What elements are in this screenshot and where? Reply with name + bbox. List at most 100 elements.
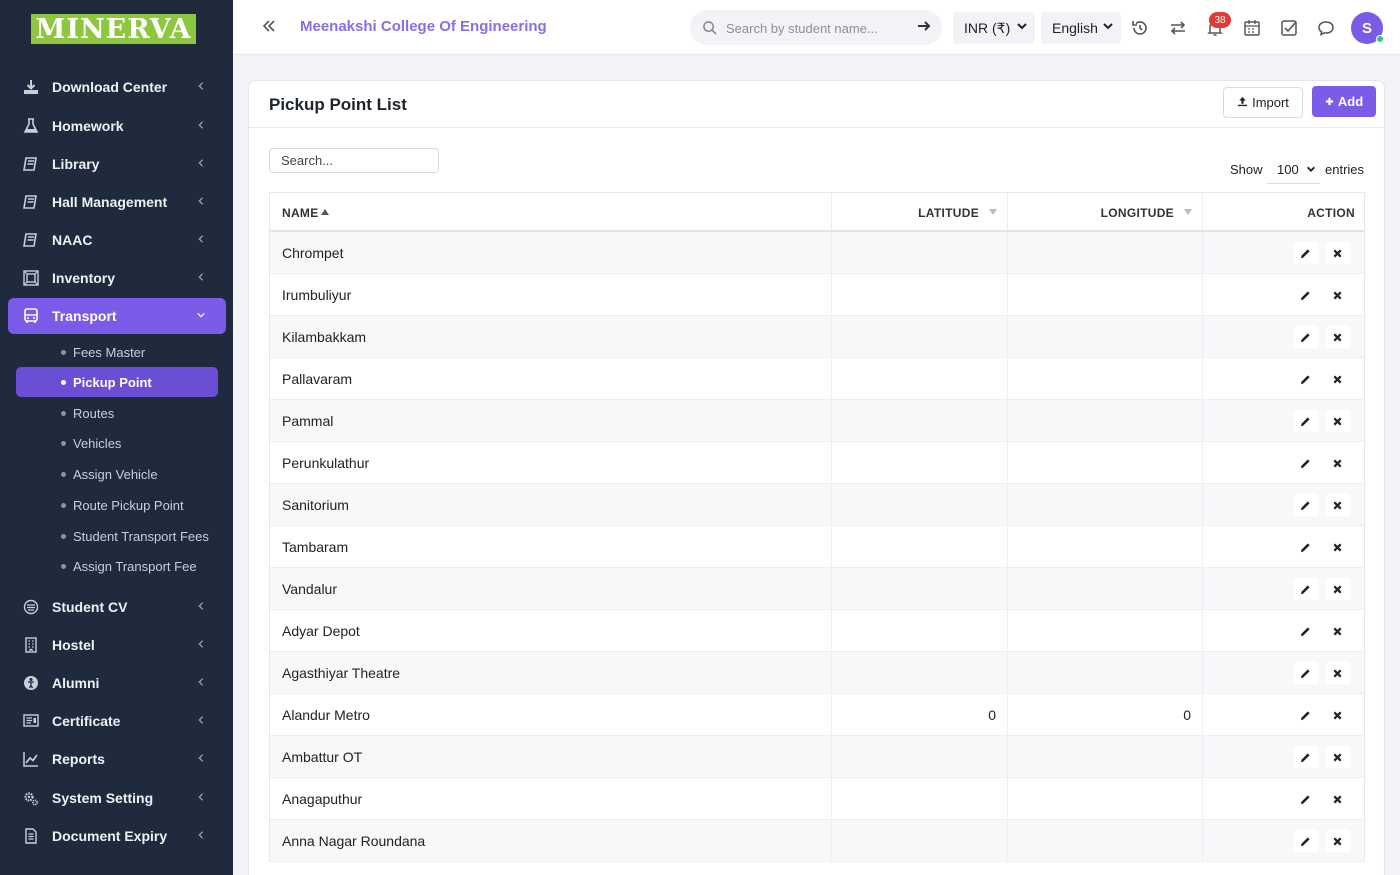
delete-icon[interactable] — [1325, 494, 1350, 516]
edit-icon[interactable] — [1293, 452, 1318, 474]
sidebar-item-reports[interactable]: Reports — [8, 741, 226, 777]
column-header-name[interactable]: NAME — [270, 193, 831, 232]
calendar-icon[interactable] — [1242, 18, 1262, 38]
table-search-input[interactable] — [269, 148, 439, 173]
edit-icon[interactable] — [1293, 662, 1318, 684]
edit-icon[interactable] — [1293, 494, 1318, 516]
sidebar-item-download-center[interactable]: Download Center — [8, 69, 226, 105]
table-header: NAME LATITUDE LONGITUDE ACTION — [270, 193, 1364, 232]
edit-icon[interactable] — [1293, 284, 1318, 306]
sidebar-item-hall-management[interactable]: Hall Management — [8, 184, 226, 220]
delete-icon[interactable] — [1325, 368, 1350, 390]
add-label: Add — [1337, 94, 1364, 109]
edit-icon[interactable] — [1293, 788, 1318, 810]
add-button[interactable]: Add — [1312, 86, 1376, 117]
cell-longitude — [1008, 484, 1202, 526]
collapse-sidebar-icon[interactable] — [261, 18, 277, 36]
sidebar-subitem-label: Vehicles — [73, 435, 122, 451]
delete-icon[interactable] — [1325, 536, 1350, 558]
delete-icon[interactable] — [1325, 662, 1350, 684]
sidebar-item-certificate[interactable]: Certificate — [8, 703, 226, 739]
entries-select[interactable]: 100 — [1267, 154, 1320, 184]
chevron-left-icon — [196, 119, 208, 133]
cell-latitude — [832, 358, 1007, 400]
sidebar-item-student-cv[interactable]: Student CV — [8, 589, 226, 625]
sidebar-item-label: Hostel — [52, 637, 95, 653]
sidebar-subitem-assign-vehicle[interactable]: Assign Vehicle — [16, 459, 218, 489]
sidebar-item-system-setting[interactable]: System Setting — [8, 780, 226, 816]
document-icon — [22, 827, 40, 845]
logo[interactable]: MINERVA — [31, 14, 196, 44]
column-header-longitude[interactable]: LONGITUDE — [1008, 193, 1202, 232]
chevron-down-icon — [1306, 162, 1316, 174]
delete-icon[interactable] — [1325, 620, 1350, 642]
delete-icon[interactable] — [1325, 242, 1350, 264]
history-icon[interactable] — [1130, 18, 1150, 38]
sidebar-subitem-routes[interactable]: Routes — [16, 398, 218, 428]
delete-icon[interactable] — [1325, 830, 1350, 852]
sidebar-item-label: Document Expiry — [52, 828, 168, 844]
column-divider — [1202, 526, 1203, 567]
edit-icon[interactable] — [1293, 620, 1318, 642]
sidebar-item-inventory[interactable]: Inventory — [8, 260, 226, 296]
column-header-latitude[interactable]: LATITUDE — [832, 193, 1007, 232]
sidebar-subitem-route-pickup-point[interactable]: Route Pickup Point — [16, 490, 218, 520]
table-row: Adyar Depot — [270, 610, 1364, 652]
edit-icon[interactable] — [1293, 242, 1318, 264]
sidebar-subitem-pickup-point[interactable]: Pickup Point — [16, 367, 218, 397]
switch-icon[interactable] — [1168, 18, 1188, 38]
edit-icon[interactable] — [1293, 368, 1318, 390]
language-select[interactable]: English — [1041, 12, 1121, 44]
student-search-input[interactable] — [726, 18, 906, 38]
sidebar-subitem-fees-master[interactable]: Fees Master — [16, 337, 218, 367]
currency-select[interactable]: INR (₹) — [953, 12, 1035, 44]
sidebar-item-hostel[interactable]: Hostel — [8, 627, 226, 663]
delete-icon[interactable] — [1325, 788, 1350, 810]
sidebar-item-document-expiry[interactable]: Document Expiry — [8, 818, 226, 854]
table-row: Agasthiyar Theatre — [270, 652, 1364, 694]
cell-longitude — [1008, 820, 1202, 862]
delete-icon[interactable] — [1325, 326, 1350, 348]
sidebar-subitem-vehicles[interactable]: Vehicles — [16, 428, 218, 458]
task-check-icon[interactable] — [1279, 18, 1299, 38]
edit-icon[interactable] — [1293, 578, 1318, 600]
sidebar-item-transport[interactable]: Transport — [8, 298, 226, 334]
bullet-dot — [61, 564, 66, 569]
sidebar-subitem-assign-transport-fee[interactable]: Assign Transport Fee — [16, 551, 218, 581]
delete-icon[interactable] — [1325, 410, 1350, 432]
bullet-dot — [61, 350, 66, 355]
chevron-left-icon — [196, 157, 208, 171]
delete-icon[interactable] — [1325, 746, 1350, 768]
chat-icon[interactable] — [1316, 18, 1336, 38]
edit-icon[interactable] — [1293, 536, 1318, 558]
column-divider — [1202, 232, 1203, 273]
edit-icon[interactable] — [1293, 326, 1318, 348]
arrow-right-icon[interactable] — [917, 19, 931, 35]
sidebar-item-alumni[interactable]: Alumni — [8, 665, 226, 701]
sidebar-subitem-label: Student Transport Fees — [73, 528, 209, 544]
delete-icon[interactable] — [1325, 578, 1350, 600]
pickup-point-name: Anna Nagar Roundana — [282, 833, 426, 849]
edit-icon[interactable] — [1293, 410, 1318, 432]
sidebar-item-label: Download Center — [52, 79, 168, 95]
edit-icon[interactable] — [1293, 746, 1318, 768]
alumni-icon — [22, 674, 40, 692]
card-divider — [249, 127, 1384, 128]
import-button[interactable]: Import — [1223, 87, 1303, 118]
delete-icon[interactable] — [1325, 284, 1350, 306]
sidebar-item-naac[interactable]: NAAC — [8, 222, 226, 258]
delete-icon[interactable] — [1325, 452, 1350, 474]
gears-icon — [22, 789, 40, 807]
sidebar-item-homework[interactable]: Homework — [8, 108, 226, 144]
edit-icon[interactable] — [1293, 830, 1318, 852]
college-name[interactable]: Meenakshi College Of Engineering — [300, 18, 547, 35]
notification-badge: 38 — [1209, 12, 1231, 28]
book-icon — [22, 193, 40, 211]
sidebar-subitem-student-transport-fees[interactable]: Student Transport Fees — [16, 521, 218, 551]
sidebar-item-label: Student CV — [52, 599, 128, 615]
edit-icon[interactable] — [1293, 704, 1318, 726]
bullet-dot — [61, 380, 66, 385]
entries-value: 100 — [1277, 162, 1299, 177]
sidebar-item-library[interactable]: Library — [8, 146, 226, 182]
delete-icon[interactable] — [1325, 704, 1350, 726]
